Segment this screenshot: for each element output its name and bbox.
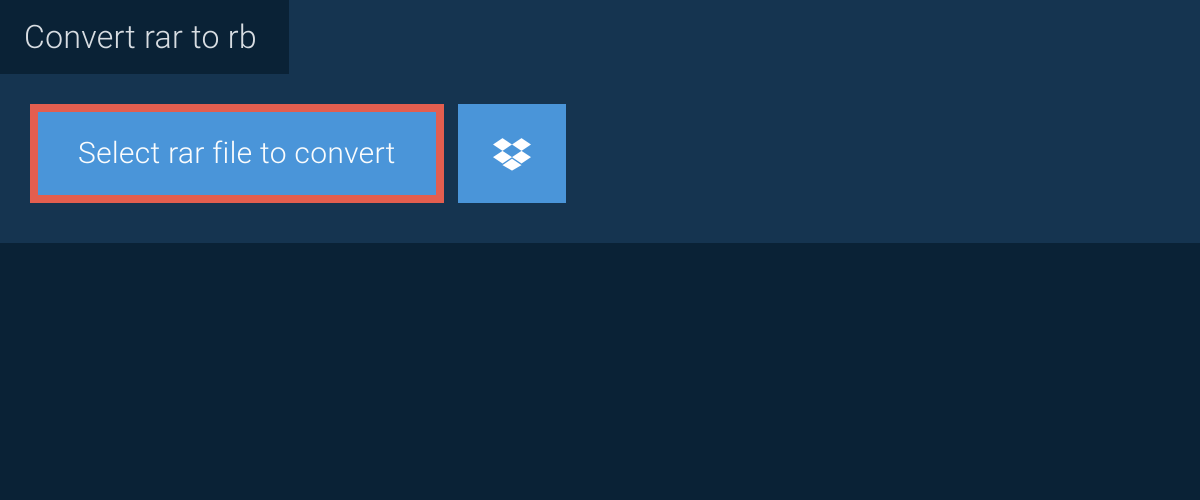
dropbox-icon <box>493 135 531 173</box>
conversion-panel: Convert rar to rb Select rar file to con… <box>0 0 1200 243</box>
file-select-row: Select rar file to convert <box>0 74 1200 203</box>
dropbox-button[interactable] <box>458 104 566 203</box>
active-tab: Convert rar to rb <box>0 0 289 74</box>
tab-title: Convert rar to rb <box>24 18 257 56</box>
select-file-label: Select rar file to convert <box>78 136 396 171</box>
select-file-button[interactable]: Select rar file to convert <box>30 104 444 203</box>
